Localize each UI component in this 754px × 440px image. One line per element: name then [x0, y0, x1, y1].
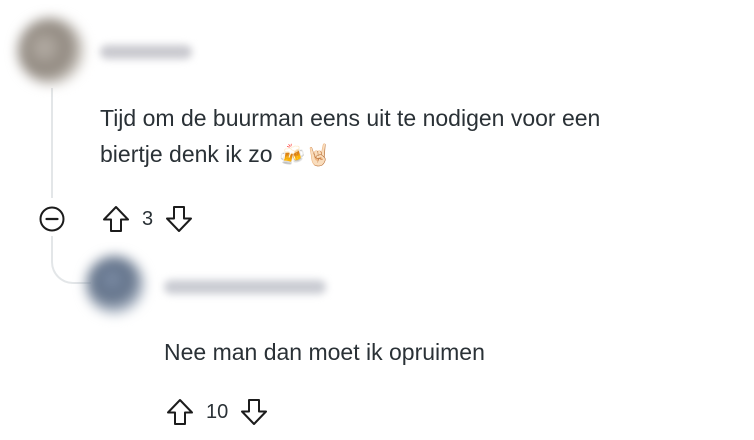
vote-bar: 3: [100, 203, 195, 235]
username[interactable]: reply-user: [164, 280, 326, 294]
downvote-button[interactable]: [238, 396, 270, 428]
comment-text-fragment: biertje denk ik zo: [100, 141, 273, 167]
thread-line[interactable]: [51, 88, 53, 198]
beer-emoji: 🍻: [278, 143, 306, 167]
vote-count: 3: [142, 207, 154, 230]
comment-text-line: biertje denk ik zo 🍻🤘🏻: [100, 136, 600, 174]
reply-thread-connector: [51, 236, 91, 284]
upvote-button[interactable]: [164, 396, 196, 428]
arrow-up-icon: [103, 206, 129, 232]
avatar[interactable]: [86, 256, 144, 314]
minus-circle-icon: [39, 206, 65, 232]
arrow-down-icon: [241, 399, 268, 425]
comment-text-line: Tijd om de buurman eens uit te nodigen v…: [100, 105, 601, 131]
comment-body: Nee man dan moet ik opruimen: [164, 339, 485, 365]
collapse-thread-button[interactable]: [36, 203, 68, 235]
vote-count: 10: [206, 400, 229, 423]
arrow-down-icon: [166, 206, 193, 232]
rock-hand-emoji: 🤘🏻: [305, 143, 332, 167]
comment-body: Tijd om de buurman eens uit te nodigen v…: [100, 100, 600, 174]
vote-bar: 10: [164, 396, 270, 428]
username[interactable]: user: [100, 45, 192, 59]
avatar[interactable]: [18, 18, 84, 84]
upvote-button[interactable]: [100, 203, 132, 235]
arrow-up-icon: [167, 399, 193, 425]
downvote-button[interactable]: [163, 203, 195, 235]
comment-thread: user Tijd om de buurman eens uit te nodi…: [0, 0, 754, 440]
